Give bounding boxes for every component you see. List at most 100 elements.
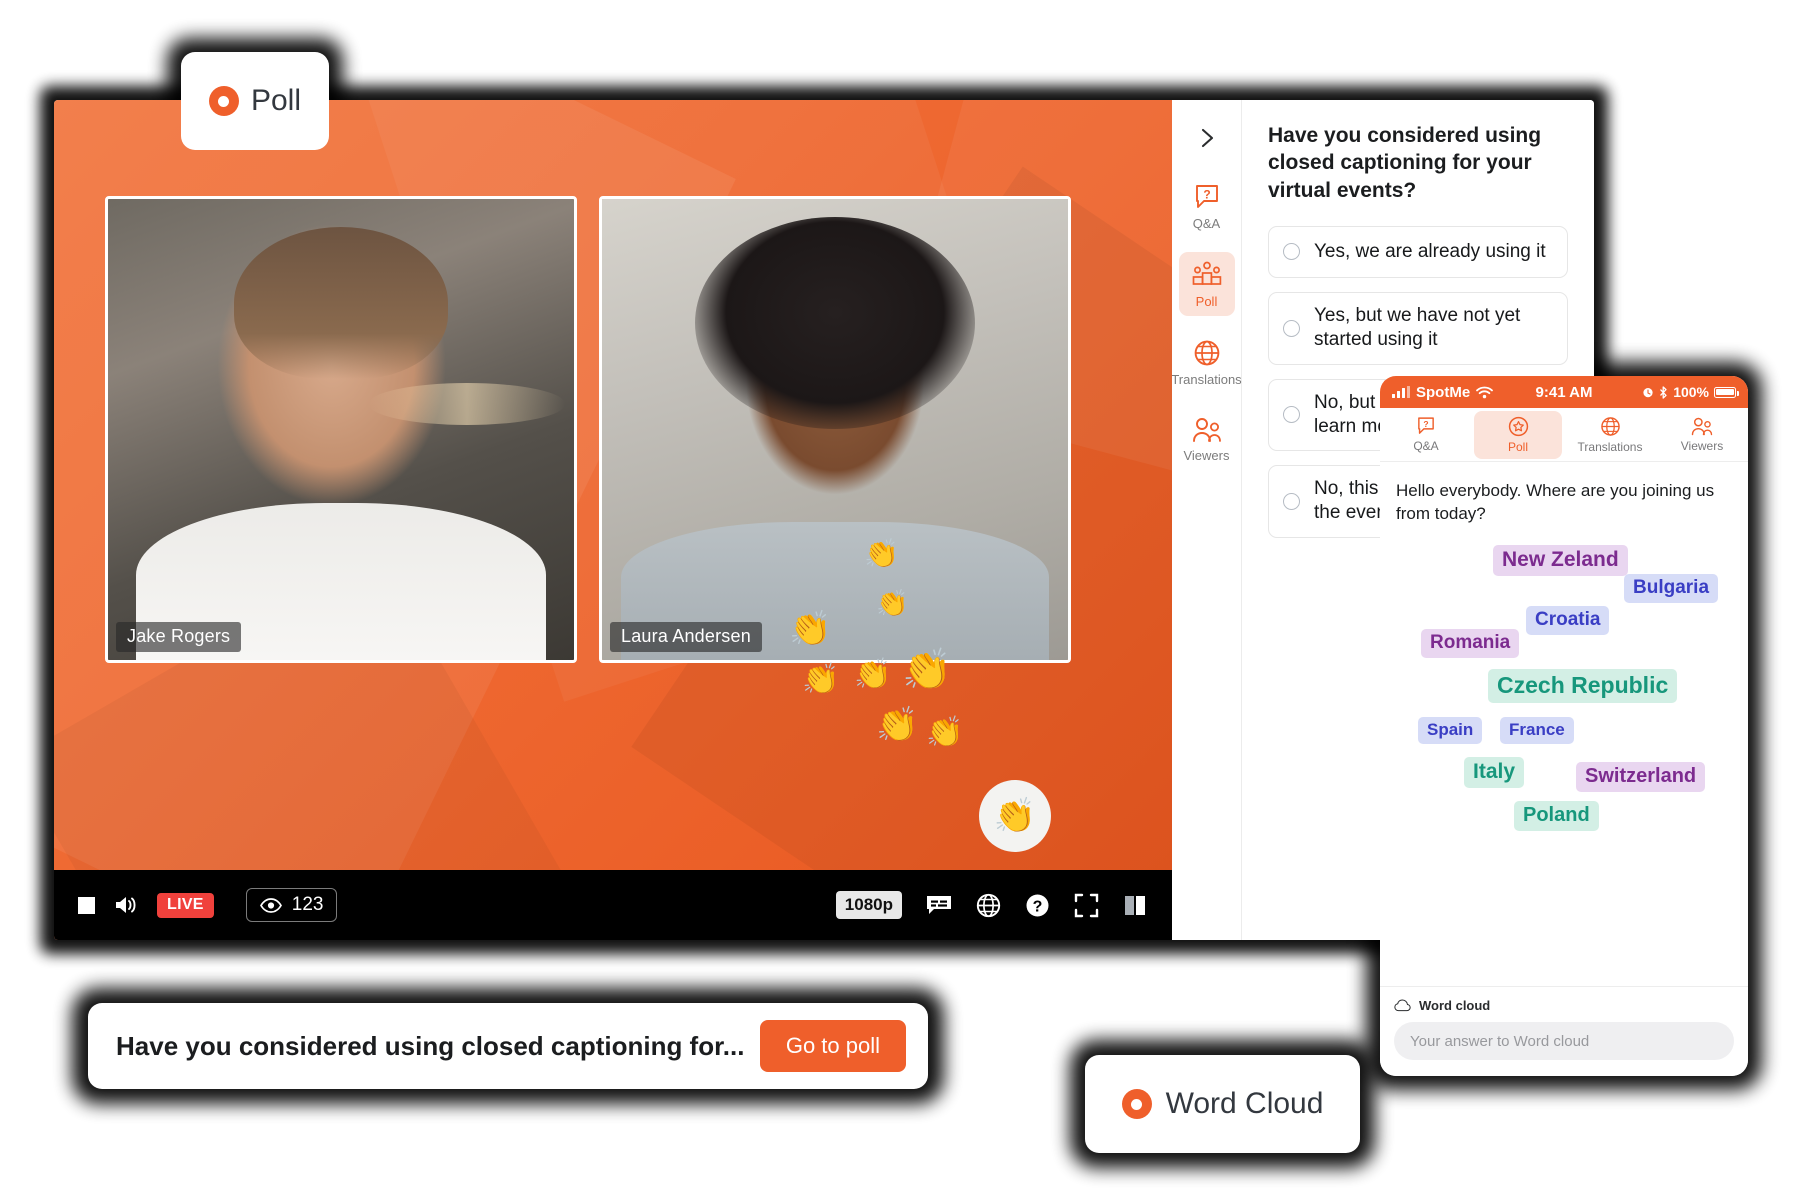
clap-reaction-icon: 👏: [876, 588, 909, 618]
phone-tab-bar: ? Q&A Poll Translations Viewers: [1380, 408, 1748, 462]
word-cloud-tag: Spain: [1418, 717, 1483, 745]
word-cloud-canvas: New Zeland Bulgaria Croatia Romania Czech Re…: [1396, 543, 1732, 943]
people-icon: [1691, 417, 1713, 435]
radio-icon[interactable]: [1283, 243, 1300, 261]
alarm-icon: [1643, 388, 1653, 398]
word-cloud-prompt: Hello everybody. Where are you joining u…: [1396, 481, 1715, 523]
answer-type-row: Word cloud: [1394, 998, 1734, 1013]
word-cloud-badge: Word Cloud: [1085, 1055, 1360, 1153]
collapse-panel-button[interactable]: [1185, 116, 1229, 160]
globe-icon: [1600, 416, 1620, 436]
fullscreen-icon[interactable]: [1074, 893, 1099, 918]
go-to-poll-button[interactable]: Go to poll: [759, 1020, 906, 1072]
viewer-count-value: 123: [291, 894, 324, 915]
video-stage: Jake Rogers Laura Andersen 👏 👏 👏 👏 👏 👏 👏…: [54, 100, 1172, 940]
clap-reaction-button[interactable]: 👏: [979, 780, 1051, 852]
participant-photo: [108, 199, 574, 660]
sidebar-item-translations[interactable]: Translations: [1171, 330, 1242, 394]
broadcast-window: Jake Rogers Laura Andersen 👏 👏 👏 👏 👏 👏 👏…: [54, 100, 1594, 940]
clap-reaction-icon: 👏: [926, 716, 964, 749]
tab-viewers[interactable]: Viewers: [1658, 411, 1746, 459]
radio-icon[interactable]: [1283, 492, 1300, 510]
svg-text:?: ?: [1033, 898, 1043, 915]
participant-photo: [602, 199, 1068, 660]
globe-icon[interactable]: [976, 893, 1001, 918]
word-cloud-tag: France: [1500, 717, 1574, 745]
word-cloud-tag: Italy: [1464, 757, 1525, 789]
word-cloud-tag: Croatia: [1526, 606, 1610, 636]
stop-button[interactable]: [78, 896, 95, 914]
eye-icon: [259, 897, 282, 913]
poll-notification-toast: Have you considered using closed caption…: [88, 1003, 928, 1089]
viewer-count-badge: 123: [245, 888, 338, 922]
mobile-companion-app: SpotMe 9:41 AM 100% ? Q&A Poll Translati…: [1380, 376, 1748, 1076]
svg-text:?: ?: [1203, 188, 1210, 202]
tab-label: Viewers: [1680, 438, 1724, 453]
clap-reaction-icon: 👏: [802, 663, 840, 696]
tab-poll[interactable]: Poll: [1474, 410, 1562, 459]
radio-icon[interactable]: [1283, 319, 1300, 337]
sidebar-item-label: Viewers: [1183, 448, 1230, 463]
question-bubble-icon: ?: [1418, 417, 1434, 434]
clap-reaction-icon: 👏: [993, 797, 1037, 835]
people-icon: [1192, 418, 1221, 442]
decor-light: [368, 383, 565, 425]
sidebar-item-label: Translations: [1171, 372, 1242, 387]
radio-icon[interactable]: [1283, 406, 1300, 424]
layout-icon[interactable]: [1123, 893, 1148, 918]
bluetooth-icon: [1660, 385, 1667, 399]
carrier-label: SpotMe: [1416, 383, 1471, 401]
sidebar-item-qa[interactable]: ? Q&A: [1179, 174, 1235, 238]
tab-qa[interactable]: ? Q&A: [1382, 411, 1470, 459]
participant-name: Jake Rogers: [116, 622, 242, 652]
volume-icon[interactable]: [114, 894, 138, 916]
sidebar-item-label: Q&A: [1192, 216, 1221, 231]
phone-content: Hello everybody. Where are you joining u…: [1380, 462, 1748, 986]
poll-option-label: Yes, we are already using it: [1314, 240, 1546, 262]
video-tile-laura[interactable]: Laura Andersen: [599, 196, 1071, 663]
poll-star-icon: [1508, 416, 1528, 436]
sidebar-item-label: Poll: [1195, 294, 1218, 309]
sidebar-item-poll[interactable]: Poll: [1178, 252, 1235, 316]
answer-type-label: Word cloud: [1419, 998, 1491, 1013]
participant-name: Laura Andersen: [610, 622, 762, 652]
chevron-right-icon: [1201, 128, 1213, 148]
video-tile-jake[interactable]: Jake Rogers: [105, 196, 577, 663]
svg-text:?: ?: [1423, 419, 1428, 429]
tab-translations[interactable]: Translations: [1566, 411, 1654, 459]
phone-answer-footer: Word cloud: [1380, 986, 1748, 1076]
word-cloud-tag: Bulgaria: [1624, 574, 1719, 604]
poll-podium-icon: [1192, 261, 1221, 285]
word-cloud-tag: Poland: [1514, 801, 1599, 832]
word-cloud-tag: Switzerland: [1576, 762, 1706, 793]
tab-label: Poll: [1507, 439, 1528, 454]
quality-badge[interactable]: 1080p: [835, 891, 902, 919]
word-cloud-answer-input[interactable]: [1394, 1022, 1734, 1060]
word-cloud-tag: Czech Republic: [1488, 669, 1678, 704]
phone-status-bar: SpotMe 9:41 AM 100%: [1380, 376, 1748, 408]
help-icon[interactable]: ?: [1025, 893, 1050, 918]
poll-option[interactable]: Yes, we are already using it: [1268, 225, 1568, 278]
side-rail: ? Q&A Poll Translations Viewers: [1171, 100, 1242, 940]
poll-badge: Poll: [181, 52, 329, 150]
clap-reaction-icon: 👏: [864, 538, 899, 569]
captions-icon[interactable]: [926, 894, 952, 916]
poll-question: Have you considered using closed caption…: [1268, 124, 1542, 202]
record-dot-icon: [1121, 1089, 1152, 1119]
word-cloud-tag: New Zeland: [1493, 545, 1628, 577]
status-right: 100%: [1642, 384, 1739, 400]
player-control-bar: LIVE 123 1080p ?: [54, 870, 1172, 940]
clap-reaction-icon: 👏: [854, 658, 892, 691]
record-dot-icon: [208, 86, 239, 116]
tab-label: Q&A: [1413, 439, 1439, 453]
toast-message: Have you considered using closed caption…: [116, 1030, 745, 1061]
sidebar-item-viewers[interactable]: Viewers: [1179, 408, 1235, 470]
clap-reaction-icon: 👏: [789, 610, 832, 648]
wifi-icon: [1476, 386, 1494, 398]
signal-bars-icon: [1392, 386, 1410, 398]
poll-badge-label: Poll: [250, 84, 302, 117]
status-left: SpotMe: [1392, 383, 1494, 401]
battery-percent: 100%: [1673, 384, 1709, 400]
poll-option[interactable]: Yes, but we have not yet started using i…: [1268, 291, 1568, 365]
cloud-icon: [1394, 999, 1411, 1012]
